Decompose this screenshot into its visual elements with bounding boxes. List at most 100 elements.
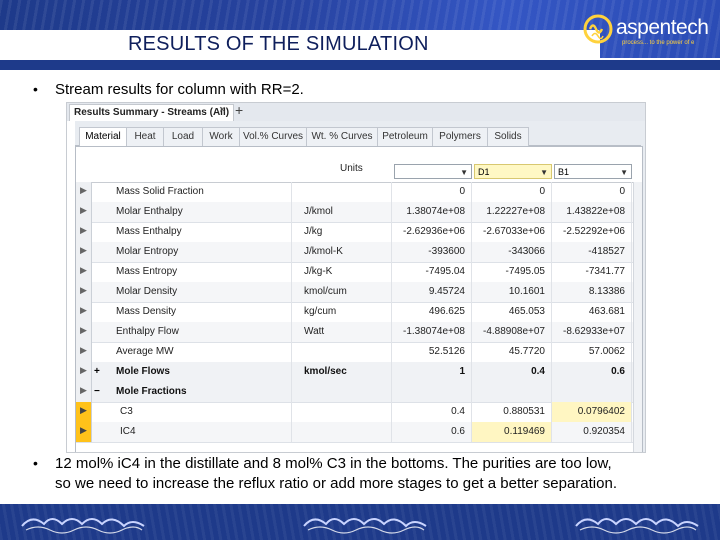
cloud-ornament-icon <box>575 518 699 534</box>
table-row[interactable]: ▶ Molar Entropy J/kmol-K -393600 -343066… <box>76 242 642 263</box>
vertical-scrollbar[interactable] <box>633 182 642 452</box>
row-header[interactable]: ▶ <box>76 282 92 302</box>
value-b1: 0.920354 <box>552 422 632 442</box>
tab-petroleum[interactable]: Petroleum <box>377 127 433 146</box>
row-header[interactable]: ▶ <box>76 222 92 242</box>
property-unit <box>292 422 392 442</box>
bullet-conclusion-line-1: 12 mol% iC4 in the distillate and 8 mol%… <box>55 455 612 472</box>
value-d1: 45.7720 <box>472 342 552 362</box>
value-d1: 0.4 <box>472 362 552 382</box>
row-header[interactable]: ▶ <box>76 182 92 202</box>
row-header[interactable]: ▶ <box>76 342 92 362</box>
tab-material[interactable]: Material <box>79 127 127 147</box>
results-summary-window: Results Summary - Streams (All) × + Mate… <box>66 102 646 453</box>
bullet-marker: • <box>33 81 38 97</box>
logo-tagline: process... to the power of e <box>622 40 695 46</box>
value-b1: 0.0796402 <box>552 402 632 422</box>
results-summary-tab[interactable]: Results Summary - Streams (All) <box>69 104 235 121</box>
row-header-selected[interactable]: ▶ <box>76 402 92 422</box>
property-unit: J/kmol <box>292 202 392 222</box>
value-b1: -8.62933e+07 <box>552 322 632 342</box>
tab-polymers[interactable]: Polymers <box>432 127 488 146</box>
value-feed: 52.5126 <box>392 342 472 362</box>
table-row-mole-flows[interactable]: ▶ + Mole Flows kmol/sec 1 0.4 0.6 <box>76 362 642 383</box>
value-feed <box>392 382 472 402</box>
table-row[interactable]: ▶ Mass Solid Fraction 0 0 0 <box>76 182 642 203</box>
value-b1: 8.13386 <box>552 282 632 302</box>
table-row-ic4[interactable]: ▶ IC4 0.6 0.119469 0.920354 <box>76 422 642 443</box>
value-b1: -2.52292e+06 <box>552 222 632 242</box>
property-name: Mass Entropy <box>96 262 292 282</box>
row-header[interactable]: ▶ <box>76 322 92 342</box>
property-name: Molar Entropy <box>96 242 292 262</box>
row-header[interactable]: ▶ <box>76 362 92 382</box>
close-tab-icon[interactable]: × <box>219 104 225 116</box>
value-b1: 1.43822e+08 <box>552 202 632 222</box>
value-feed: 1.38074e+08 <box>392 202 472 222</box>
value-d1: -343066 <box>472 242 552 262</box>
row-header[interactable]: ▶ <box>76 262 92 282</box>
stream-selector-b1-value: B1 <box>558 167 570 177</box>
row-pointer-icon: ▶ <box>80 205 87 215</box>
property-name: Mole Flows <box>96 362 292 382</box>
property-name: Mass Solid Fraction <box>96 182 292 202</box>
table-row-mole-fractions[interactable]: ▶ − Mole Fractions <box>76 382 642 403</box>
chevron-down-icon: ▼ <box>620 168 628 177</box>
row-pointer-icon: ▶ <box>80 385 87 395</box>
slide-title: RESULTS OF THE SIMULATION <box>128 33 429 55</box>
stream-type-tabs: Material Heat Load Work Vol.% Curves Wt.… <box>75 125 641 147</box>
property-name: Enthalpy Flow <box>96 322 292 342</box>
value-feed: -7495.04 <box>392 262 472 282</box>
value-feed: -393600 <box>392 242 472 262</box>
value-b1: 463.681 <box>552 302 632 322</box>
table-row[interactable]: ▶ Enthalpy Flow Watt -1.38074e+08 -4.889… <box>76 322 642 343</box>
table-row[interactable]: ▶ Mass Density kg/cum 496.625 465.053 46… <box>76 302 642 323</box>
property-unit: J/kg-K <box>292 262 392 282</box>
row-pointer-icon: ▶ <box>80 185 87 195</box>
table-row-c3[interactable]: ▶ C3 0.4 0.880531 0.0796402 <box>76 402 642 423</box>
tab-work[interactable]: Work <box>202 127 240 146</box>
table-row[interactable]: ▶ Mass Entropy J/kg-K -7495.04 -7495.05 … <box>76 262 642 283</box>
add-tab-icon[interactable]: + <box>235 103 243 118</box>
value-b1: 0.6 <box>552 362 632 382</box>
table-row[interactable]: ▶ Average MW 52.5126 45.7720 57.0062 <box>76 342 642 363</box>
tab-wt-curves[interactable]: Wt. % Curves <box>306 127 378 146</box>
stream-selector-d1[interactable]: D1 ▼ <box>474 164 552 179</box>
table-row[interactable]: ▶ Molar Enthalpy J/kmol 1.38074e+08 1.22… <box>76 202 642 223</box>
value-b1: -418527 <box>552 242 632 262</box>
stream-selector-feed[interactable]: ▼ <box>394 164 472 179</box>
value-d1: 10.1601 <box>472 282 552 302</box>
value-feed: 9.45724 <box>392 282 472 302</box>
value-d1 <box>472 382 552 402</box>
row-pointer-icon: ▶ <box>80 225 87 235</box>
row-pointer-icon: ▶ <box>80 325 87 335</box>
row-header[interactable]: ▶ <box>76 242 92 262</box>
bullet-conclusion-line-2: so we need to increase the reflux ratio … <box>55 475 617 492</box>
value-d1: 0 <box>472 182 552 202</box>
bullet-marker: • <box>33 455 38 471</box>
row-header[interactable]: ▶ <box>76 382 92 402</box>
row-header-selected[interactable]: ▶ <box>76 422 92 442</box>
property-unit <box>292 382 392 402</box>
value-d1: -7495.05 <box>472 262 552 282</box>
value-feed: 0.4 <box>392 402 472 422</box>
cloud-ornament-icon <box>21 518 145 534</box>
header-rule <box>0 60 720 70</box>
property-name: Average MW <box>96 342 292 362</box>
row-header[interactable]: ▶ <box>76 302 92 322</box>
property-name: Mole Fractions <box>96 382 292 402</box>
tab-load[interactable]: Load <box>163 127 203 146</box>
stream-selector-b1[interactable]: B1 ▼ <box>554 164 632 179</box>
table-row[interactable]: ▶ Molar Density kmol/cum 9.45724 10.1601… <box>76 282 642 303</box>
table-row[interactable]: ▶ Mass Enthalpy J/kg -2.62936e+06 -2.670… <box>76 222 642 243</box>
tab-vol-curves[interactable]: Vol.% Curves <box>239 127 307 146</box>
tab-heat[interactable]: Heat <box>126 127 164 146</box>
value-d1: 1.22227e+08 <box>472 202 552 222</box>
tab-solids[interactable]: Solids <box>487 127 529 146</box>
value-feed: -2.62936e+06 <box>392 222 472 242</box>
row-pointer-icon: ▶ <box>80 245 87 255</box>
stream-selector-d1-value: D1 <box>478 167 490 177</box>
component-name: C3 <box>96 402 292 422</box>
units-column-header: Units <box>340 163 363 174</box>
row-header[interactable]: ▶ <box>76 202 92 222</box>
